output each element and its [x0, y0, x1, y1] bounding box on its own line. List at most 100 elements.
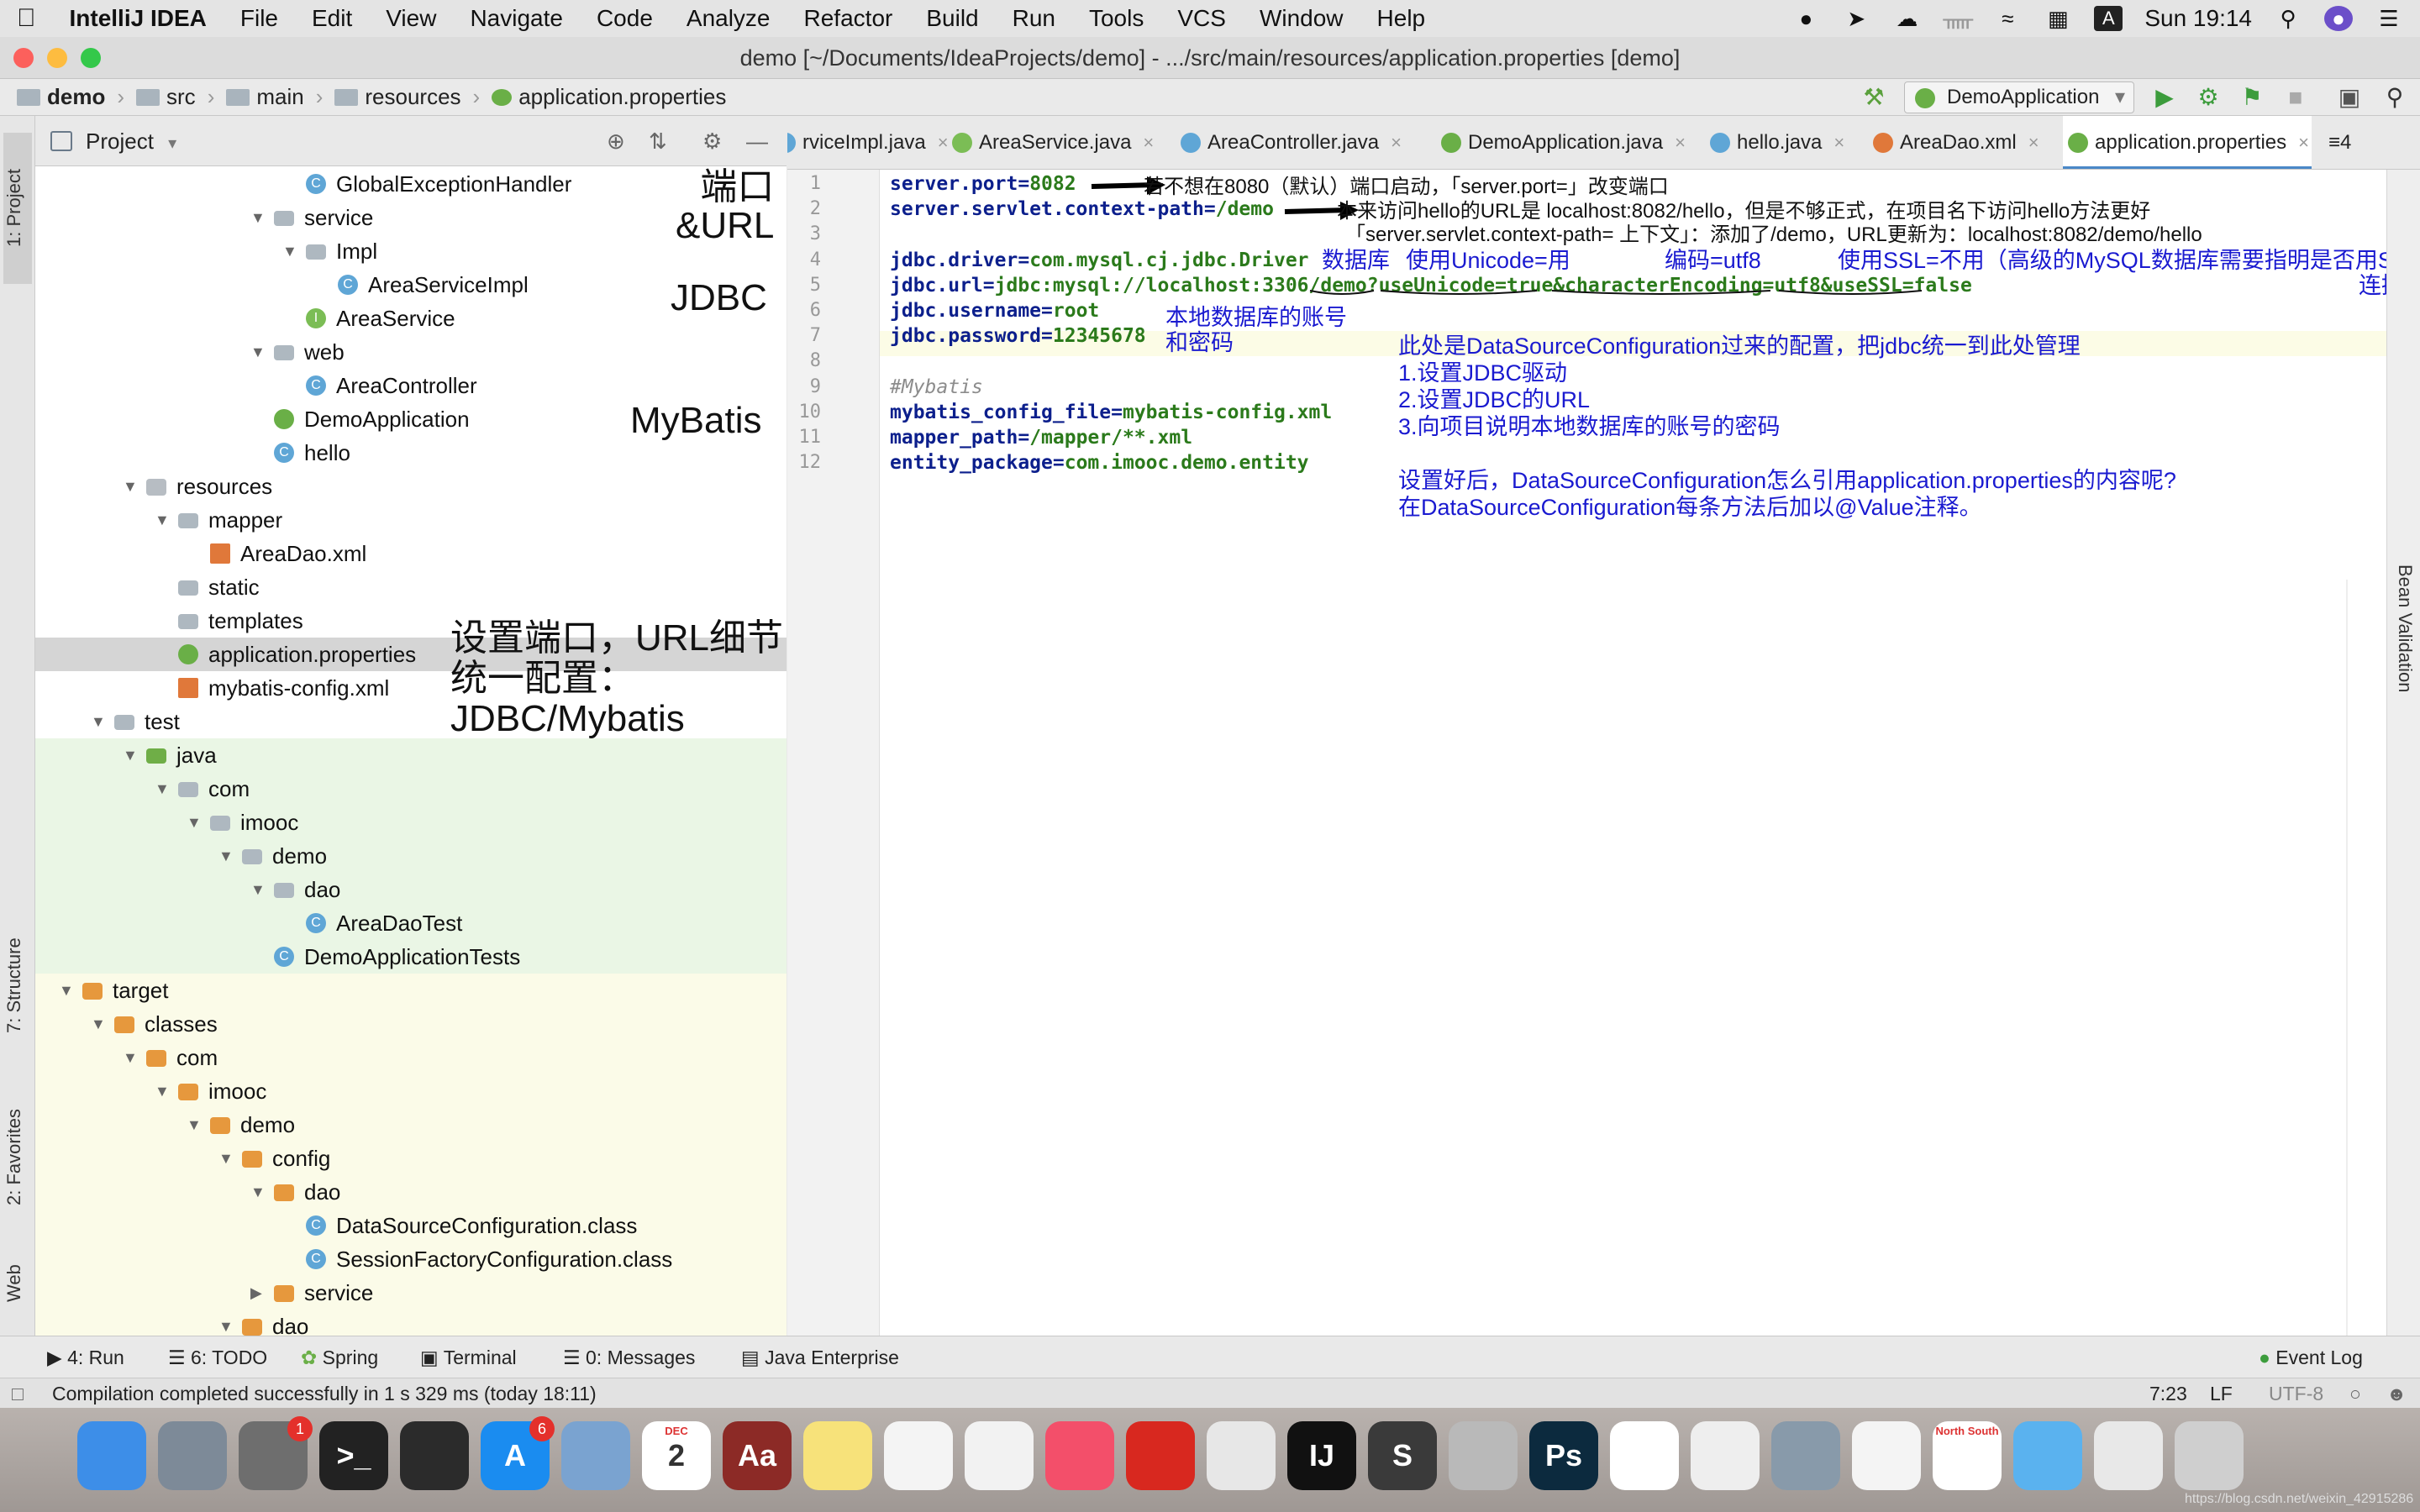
tool-tab-project[interactable]: 1: Project	[3, 133, 32, 284]
menu-refactor[interactable]: Refactor	[787, 5, 910, 32]
menu-file[interactable]: File	[224, 5, 295, 32]
tree-row[interactable]: AreaDao.xml	[35, 537, 786, 570]
tree-row[interactable]: ▼ web	[35, 335, 786, 369]
expand-arrow-icon[interactable]: ▼	[250, 873, 267, 906]
inspector-icon[interactable]: ☻	[2386, 1378, 2407, 1409]
tree-row[interactable]: ▼ Impl	[35, 234, 786, 268]
project-structure-icon[interactable]: ▣	[2336, 84, 2363, 111]
tool-tab-web[interactable]: Web	[3, 1242, 32, 1326]
expand-arrow-icon[interactable]: ▼	[218, 1142, 235, 1175]
cloud-status-icon[interactable]: ☁	[1892, 6, 1921, 31]
dock-launchpad-icon[interactable]	[158, 1421, 227, 1490]
dock-terminal-icon[interactable]: >_	[319, 1421, 388, 1490]
dock-sequel-icon[interactable]	[1449, 1421, 1518, 1490]
tree-row[interactable]: static	[35, 570, 786, 604]
run-with-coverage-icon[interactable]: ⚑	[2238, 84, 2265, 111]
expand-arrow-icon[interactable]: ▼	[282, 234, 299, 268]
tree-row[interactable]: ▼ dao	[35, 1310, 786, 1336]
dock-trash-icon[interactable]	[2175, 1421, 2244, 1490]
minimize-window-button[interactable]	[47, 48, 67, 68]
dock-dictionary-icon[interactable]: Aa	[723, 1421, 792, 1490]
expand-arrow-icon[interactable]: ▼	[250, 201, 267, 234]
expand-arrow-icon[interactable]: ▼	[155, 1074, 171, 1108]
tree-row[interactable]: C AreaController	[35, 369, 786, 402]
locate-file-icon[interactable]: ⊕	[607, 116, 625, 166]
tree-row[interactable]: ▼ com	[35, 1041, 786, 1074]
expand-arrow-icon[interactable]: ▼	[250, 1175, 267, 1209]
expand-arrow-icon[interactable]: ▼	[91, 705, 108, 738]
code-line[interactable]: server.servlet.context-path=/demo	[890, 198, 1274, 220]
expand-arrow-icon[interactable]: ▼	[155, 772, 171, 806]
menu-help[interactable]: Help	[1360, 5, 1443, 32]
menu-edit[interactable]: Edit	[295, 5, 369, 32]
tool-tab-bean-validation[interactable]: Bean Validation	[2392, 564, 2416, 693]
tree-row[interactable]: ▼ demo	[35, 1108, 786, 1142]
close-tab-icon[interactable]: ×	[2028, 132, 2039, 153]
tree-row[interactable]: C GlobalExceptionHandler	[35, 167, 786, 201]
tree-row[interactable]: C DemoApplicationTests	[35, 940, 786, 974]
run-icon[interactable]: ▶	[2151, 84, 2178, 111]
run-configuration-select[interactable]: DemoApplication ▾	[1904, 81, 2134, 113]
dock-screenshot-icon[interactable]	[2094, 1421, 2163, 1490]
menu-app-name[interactable]: IntelliJ IDEA	[53, 5, 224, 32]
dock-wechat-icon[interactable]	[1691, 1421, 1760, 1490]
tree-row[interactable]: ▼ mapper	[35, 503, 786, 537]
tree-row[interactable]: ▼ com	[35, 772, 786, 806]
tree-row[interactable]: C SessionFactoryConfiguration.class	[35, 1242, 786, 1276]
menu-build[interactable]: Build	[909, 5, 995, 32]
tool-window-messages[interactable]: ☰ 0: Messages	[563, 1336, 695, 1378]
tree-row[interactable]: ▼ demo	[35, 839, 786, 873]
dock-reminders-icon[interactable]	[884, 1421, 953, 1490]
expand-arrow-icon[interactable]: ▼	[250, 335, 267, 369]
toggle-tool-windows-icon[interactable]: □	[12, 1378, 24, 1409]
editor-tab[interactable]: AreaDao.xml ×	[1868, 116, 2063, 169]
editor-area[interactable]: server.port=8082 server.servlet.context-p…	[880, 170, 2420, 1336]
dock-photos-icon[interactable]	[965, 1421, 1034, 1490]
code-line[interactable]: entity_package=com.imooc.demo.entity	[890, 452, 1309, 474]
collapse-arrow-icon[interactable]: ▶	[250, 1276, 267, 1310]
more-tabs-button[interactable]: ≡4	[2320, 116, 2351, 169]
dock-preview-icon[interactable]	[561, 1421, 630, 1490]
wechat-status-icon[interactable]: ●	[1791, 6, 1820, 31]
breadcrumb-src[interactable]: src	[136, 84, 196, 110]
code-line[interactable]: mapper_path=/mapper/**.xml	[890, 427, 1192, 449]
gear-icon[interactable]: ⚙	[702, 116, 722, 166]
close-tab-icon[interactable]: ×	[1391, 132, 1402, 153]
dock-app-store-icon[interactable]: A6	[481, 1416, 555, 1490]
line-separator[interactable]: LF	[2210, 1378, 2233, 1409]
editor-tab[interactable]: AreaController.java ×	[1176, 116, 1436, 169]
editor-tab[interactable]: hello.java ×	[1705, 116, 1868, 169]
send-status-icon[interactable]: ➤	[1842, 6, 1870, 31]
close-tab-icon[interactable]: ×	[1675, 132, 1686, 153]
chevron-down-icon[interactable]: ▾	[168, 134, 176, 153]
tree-row[interactable]: C AreaDaoTest	[35, 906, 786, 940]
close-tab-icon[interactable]: ×	[1143, 132, 1154, 153]
dock-folder-icon[interactable]	[2013, 1421, 2082, 1490]
tool-window-run[interactable]: ▶ 4: Run	[47, 1336, 124, 1378]
menu-run[interactable]: Run	[996, 5, 1072, 32]
breadcrumb-main[interactable]: main	[226, 84, 304, 110]
close-window-button[interactable]	[13, 48, 34, 68]
dock-calendar-icon[interactable]: 2 DEC	[642, 1421, 711, 1490]
tool-window-java-enterprise[interactable]: ▤ Java Enterprise	[741, 1336, 899, 1378]
tool-window-terminal[interactable]: ▣ Terminal	[420, 1336, 517, 1378]
tree-row[interactable]: ▼ classes	[35, 1007, 786, 1041]
editor-tab[interactable]: DemoApplication.java ×	[1436, 116, 1705, 169]
tree-row[interactable]: ▼ dao	[35, 873, 786, 906]
close-tab-icon[interactable]: ×	[2298, 132, 2309, 153]
dock-system-preferences-icon[interactable]: 1	[239, 1416, 313, 1490]
tree-row[interactable]: ▼ service	[35, 201, 786, 234]
project-panel-title[interactable]: Project	[86, 129, 154, 154]
tab-application-properties-active[interactable]: application.properties ×	[2063, 116, 2312, 169]
search-everywhere-icon[interactable]: ⚲	[2381, 84, 2408, 111]
dock-baidu-netdisk-icon[interactable]	[1610, 1421, 1679, 1490]
spotlight-search-icon[interactable]: ⚲	[2274, 6, 2302, 31]
code-line[interactable]: jdbc.password=12345678	[890, 325, 1146, 347]
menu-tools[interactable]: Tools	[1072, 5, 1160, 32]
tree-row[interactable]: ▼ imooc	[35, 806, 786, 839]
build-hammer-icon[interactable]: ⚒	[1860, 84, 1887, 111]
code-line[interactable]: server.port=8082	[890, 173, 1076, 195]
expand-arrow-icon[interactable]: ▼	[91, 1007, 108, 1041]
dock-intellij-icon[interactable]: IJ	[1287, 1421, 1356, 1490]
close-tab-icon[interactable]: ×	[1833, 132, 1844, 153]
